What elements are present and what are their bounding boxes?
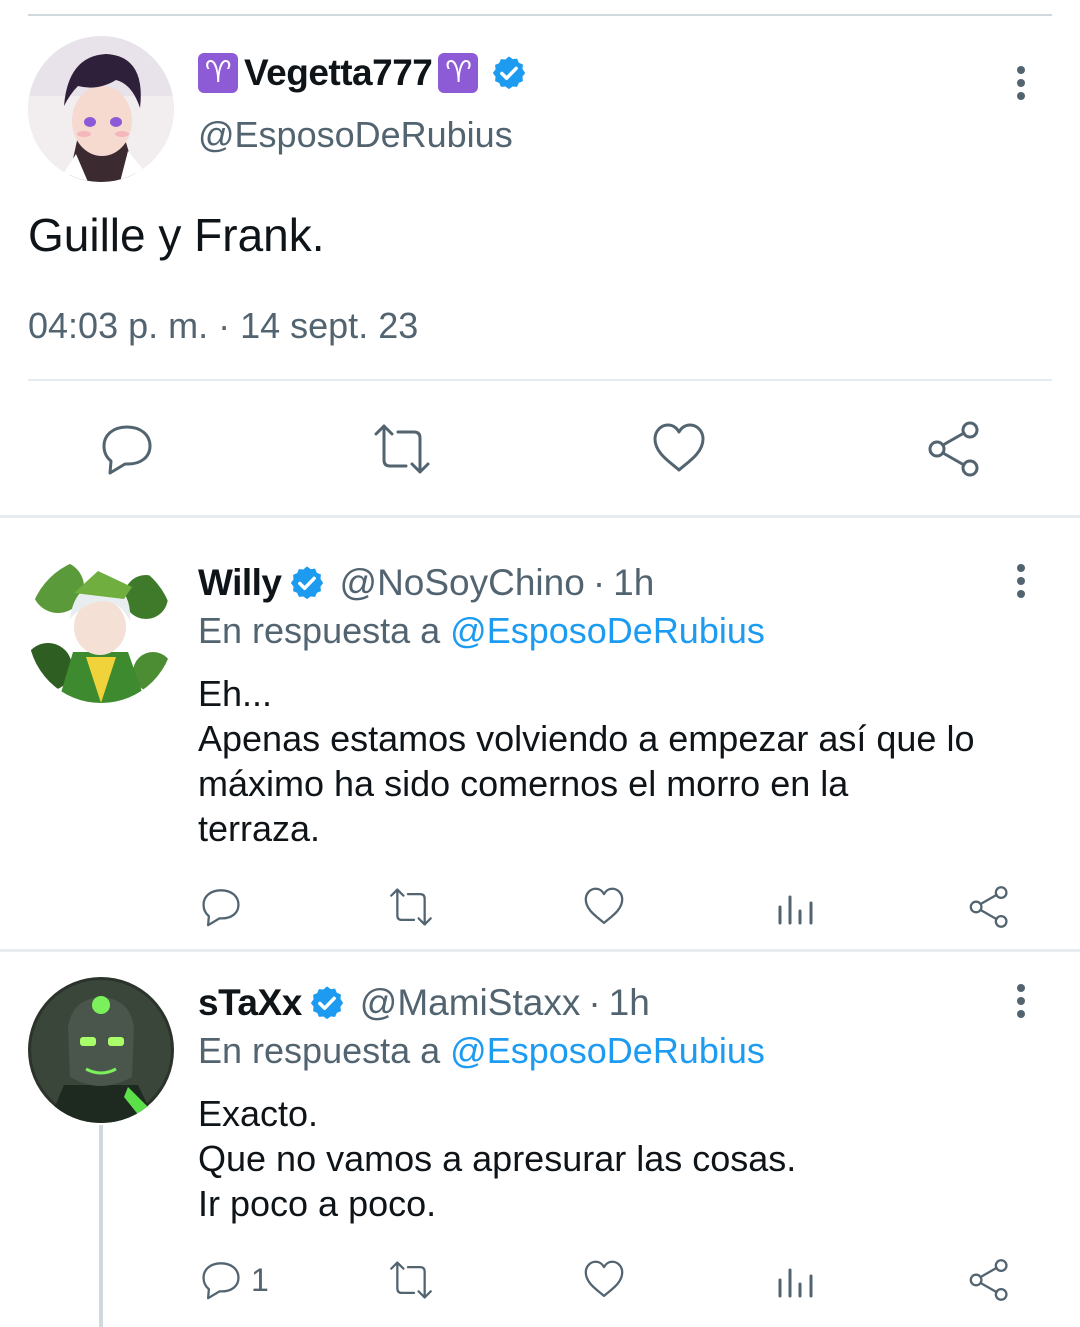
divider <box>28 379 1052 381</box>
reply-icon <box>102 425 152 475</box>
replying-to-label: En respuesta a <box>198 1030 451 1071</box>
verified-badge-icon <box>493 56 526 90</box>
share-icon <box>969 1259 1008 1301</box>
display-name: Vegetta777 <box>244 52 433 93</box>
reply-time[interactable]: 1h <box>609 982 650 1024</box>
reply-count: 1 <box>251 1261 269 1298</box>
retweet-icon <box>374 424 430 474</box>
divider <box>0 949 1080 952</box>
share-icon <box>969 886 1008 928</box>
reply-icon <box>202 889 240 927</box>
reply-text-line: máximo ha sido comernos el morro en la <box>198 763 849 804</box>
replying-to-mention[interactable]: @EsposoDeRubius <box>450 1030 765 1071</box>
more-options-icon[interactable] <box>1014 66 1028 106</box>
reply-button[interactable] <box>199 885 251 929</box>
tweet-timestamp[interactable]: 04:03 p. m. · 14 sept. 23 <box>28 305 418 347</box>
retweet-icon <box>390 888 432 926</box>
reply-text: Exacto. Que no vamos a apresurar las cos… <box>198 1091 1058 1226</box>
like-button[interactable] <box>582 885 626 929</box>
author-handle[interactable]: @EsposoDeRubius <box>198 114 513 156</box>
tweet-text: Guille y Frank. <box>28 209 325 261</box>
avatar[interactable] <box>28 977 174 1123</box>
reply-text-line: terraza. <box>198 808 321 849</box>
views-button[interactable] <box>775 1258 817 1302</box>
separator-dot: · <box>592 562 606 603</box>
like-button[interactable] <box>582 1258 626 1302</box>
separator-dot: · <box>588 982 601 1023</box>
retweet-button[interactable] <box>370 420 434 478</box>
reply-author-name[interactable]: Willy <box>198 562 282 604</box>
reply-time[interactable]: 1h <box>613 562 654 604</box>
reply-text-line: Exacto. <box>198 1093 319 1134</box>
aries-emoji: ♈ <box>198 53 238 93</box>
views-button[interactable] <box>775 885 817 929</box>
reply-author-handle[interactable]: @MamiStaxx <box>360 982 581 1024</box>
more-options-icon[interactable] <box>1014 564 1028 604</box>
replying-to: En respuesta a @EsposoDeRubius <box>198 1030 765 1072</box>
like-button[interactable] <box>650 420 708 478</box>
share-button[interactable] <box>966 1258 1012 1302</box>
replying-to-mention[interactable]: @EsposoDeRubius <box>450 610 765 651</box>
avatar[interactable] <box>28 36 174 182</box>
retweet-button[interactable] <box>386 1258 436 1302</box>
replying-to: En respuesta a @EsposoDeRubius <box>198 610 765 652</box>
author-name[interactable]: ♈ Vegetta777 ♈ <box>198 52 528 94</box>
thread-connector <box>99 1125 103 1327</box>
replying-to-label: En respuesta a <box>198 610 451 651</box>
reply-author-name[interactable]: sTaXx <box>198 982 302 1024</box>
reply-icon <box>202 1262 240 1300</box>
reply-text-line: Eh... <box>198 673 273 714</box>
reply-header: Willy @NoSoyChino · 1h <box>198 562 654 604</box>
aries-emoji: ♈ <box>438 53 479 93</box>
share-button[interactable] <box>924 420 984 478</box>
analytics-icon <box>778 1268 813 1298</box>
like-icon <box>584 1260 624 1298</box>
retweet-icon <box>390 1261 432 1299</box>
reply-header: sTaXx @MamiStaxx · 1h <box>198 982 650 1024</box>
reply-button[interactable]: 1 <box>199 1258 269 1302</box>
avatar[interactable] <box>28 557 174 703</box>
like-icon <box>653 423 705 472</box>
more-options-icon[interactable] <box>1014 984 1028 1024</box>
analytics-icon <box>778 895 813 925</box>
reply-author-handle[interactable]: @NoSoyChino <box>340 562 585 604</box>
share-button[interactable] <box>966 885 1012 929</box>
reply-text-line: Apenas estamos volviendo a empezar así q… <box>198 718 975 759</box>
divider <box>0 515 1080 518</box>
reply-button[interactable] <box>98 420 156 478</box>
top-divider <box>28 14 1052 16</box>
reply-text: Eh... Apenas estamos volviendo a empezar… <box>198 671 1058 851</box>
verified-badge-icon <box>310 986 343 1020</box>
retweet-button[interactable] <box>386 885 436 929</box>
like-icon <box>584 887 624 925</box>
verified-badge-icon <box>290 566 323 600</box>
reply-text-line: Ir poco a poco. <box>198 1183 437 1224</box>
reply-text-line: Que no vamos a apresurar las cosas. <box>198 1138 797 1179</box>
share-icon <box>928 421 979 477</box>
